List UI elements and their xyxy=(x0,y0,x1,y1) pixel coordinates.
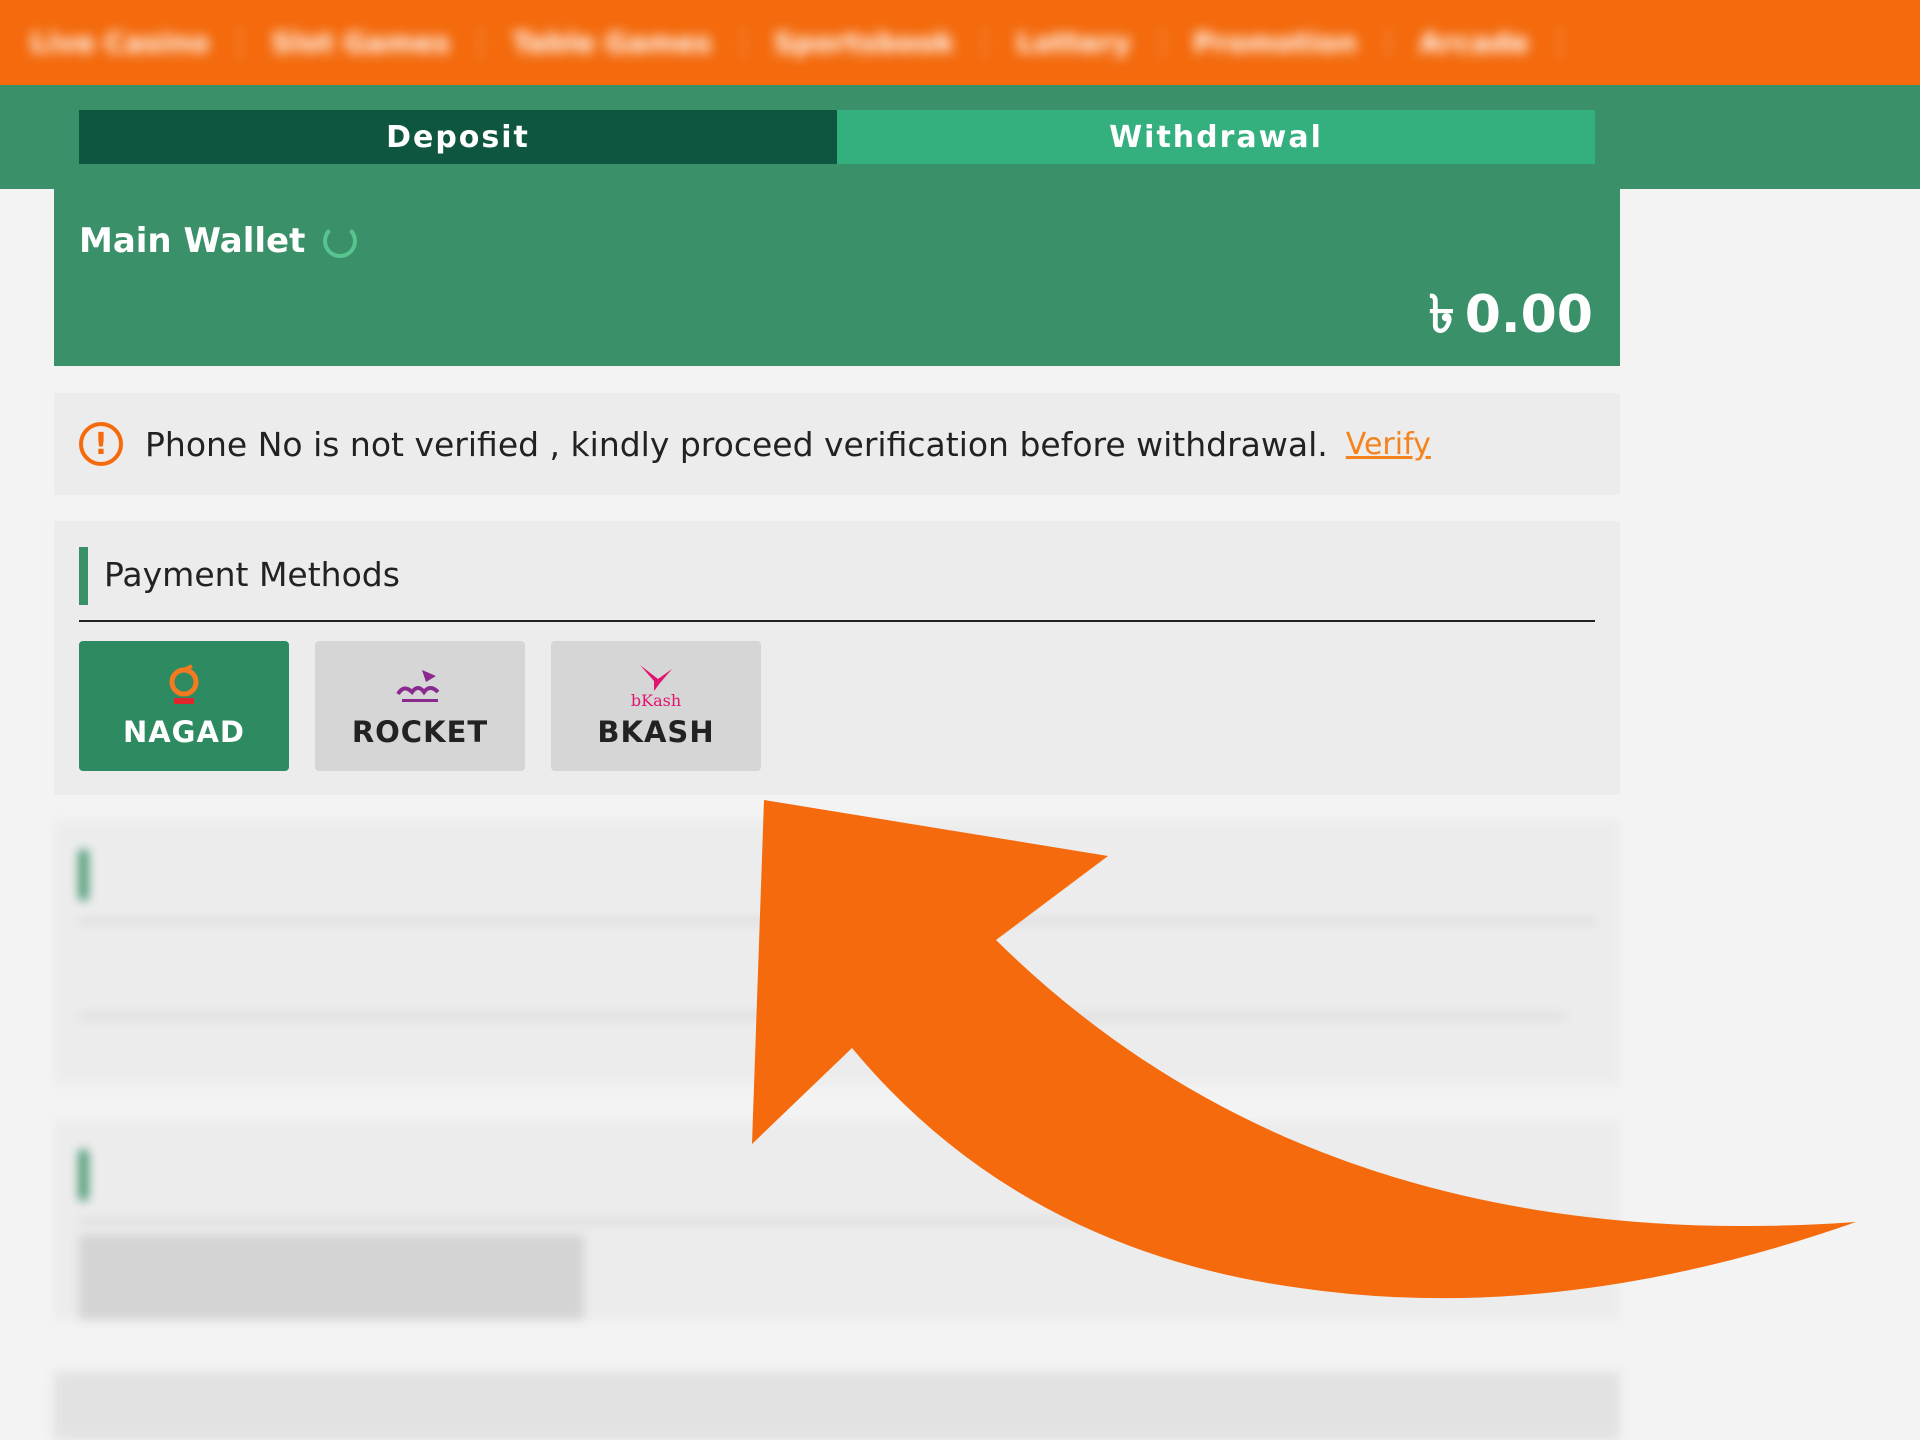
tab-withdrawal[interactable]: Withdrawal xyxy=(837,110,1595,164)
nav-item[interactable]: Table Games xyxy=(482,26,744,59)
nav-item[interactable]: Promotion xyxy=(1163,26,1390,59)
section-divider xyxy=(79,620,1595,622)
refresh-icon[interactable] xyxy=(323,224,358,258)
section-accent-bar xyxy=(79,1150,88,1200)
payment-method-list: NAGAD ROCKET bKash BKASH xyxy=(79,641,761,771)
nav-item[interactable]: Sportsbook xyxy=(744,26,987,59)
nagad-logo-icon xyxy=(164,663,204,709)
verify-link[interactable]: Verify xyxy=(1346,427,1431,462)
rocket-logo-icon xyxy=(392,663,448,709)
bkash-logo-text: bKash xyxy=(630,691,682,710)
top-navigation-bar: Live Casino Slot Games Table Games Sport… xyxy=(0,0,1920,85)
payment-methods-heading: Payment Methods xyxy=(104,555,400,594)
notice-message: Phone No is not verified , kindly procee… xyxy=(145,424,1328,464)
warning-icon: ! xyxy=(79,422,123,466)
method-label: NAGAD xyxy=(122,715,246,749)
nav-item[interactable]: Arcade xyxy=(1389,26,1562,59)
payment-methods-section: Payment Methods NAGAD ROCKET bKash BKASH xyxy=(54,521,1620,795)
tab-deposit[interactable]: Deposit xyxy=(79,110,837,164)
method-label: BKASH xyxy=(597,715,715,749)
method-label: ROCKET xyxy=(351,715,489,749)
wallet-balance: ৳ 0.00 xyxy=(1429,274,1593,361)
wallet-title: Main Wallet xyxy=(79,221,306,261)
section-accent-bar xyxy=(79,547,88,605)
blurred-submit-button[interactable] xyxy=(54,1372,1620,1440)
verification-notice: ! Phone No is not verified , kindly proc… xyxy=(54,393,1620,495)
nav-item[interactable]: Lottery xyxy=(986,26,1163,59)
blurred-phone-section xyxy=(54,1120,1620,1320)
phone-input[interactable] xyxy=(79,1235,584,1320)
deposit-withdrawal-tabs: Deposit Withdrawal xyxy=(79,110,1595,164)
withdrawal-page: Live Casino Slot Games Table Games Sport… xyxy=(0,0,1920,1440)
wallet-title-row: Main Wallet xyxy=(79,221,358,261)
payment-method-rocket[interactable]: ROCKET xyxy=(315,641,525,771)
nav-item[interactable]: Live Casino xyxy=(0,26,242,59)
balance-amount: 0.00 xyxy=(1464,285,1593,345)
section-divider xyxy=(79,1015,1565,1018)
blurred-amount-section xyxy=(54,820,1620,1085)
payment-method-bkash[interactable]: bKash BKASH xyxy=(551,641,761,771)
main-wallet-card: Main Wallet ৳ 0.00 xyxy=(54,189,1620,366)
bkash-logo-icon: bKash xyxy=(631,663,681,709)
section-divider xyxy=(79,1220,1595,1223)
currency-symbol: ৳ xyxy=(1428,285,1455,345)
section-accent-bar xyxy=(79,850,88,900)
payment-method-nagad[interactable]: NAGAD xyxy=(79,641,289,771)
nav-item[interactable]: Slot Games xyxy=(241,26,483,59)
section-divider xyxy=(79,920,1595,923)
